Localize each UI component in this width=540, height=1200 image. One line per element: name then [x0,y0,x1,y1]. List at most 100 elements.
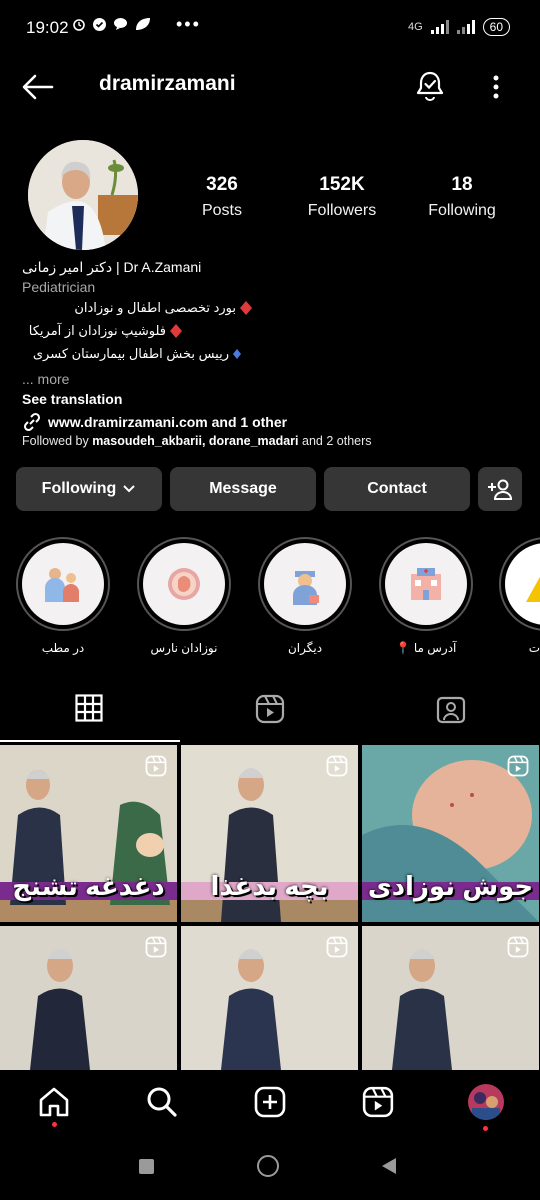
following-button-label: Following [41,480,117,497]
red-diamond-icon [170,324,182,338]
bottom-nav [0,1070,540,1136]
back-arrow-icon[interactable] [22,74,54,100]
stat-posts[interactable]: 326 Posts [172,174,272,220]
contact-button-label: Contact [367,480,427,497]
bio-line-3: رییس بخش اطفال بیمارستان کسری [22,346,241,362]
bio-line-1: بورد تخصصی اطفال و نوزادان [22,300,252,316]
create-post-icon[interactable] [254,1086,286,1118]
highlight-label-1: در مطب [41,641,85,655]
alarm-icon [73,19,85,31]
bio-line-3-text: رییس بخش اطفال بیمارستان کسری [32,346,229,361]
status-right: 4G 60 [408,18,510,36]
chat-icon [114,18,127,30]
highlight-item-2[interactable]: نوزادان نارس [136,537,232,655]
status-bar: 19:02 ••• 4G 60 [0,0,540,58]
post-caption: بچه بدغذا [210,871,329,901]
post-caption: دغدغه تشنج [12,871,165,901]
bio-more-link[interactable]: ... more [22,371,69,387]
followed-by-users: masoudeh_akbarii, dorane_madari [92,434,299,448]
home-notification-dot [52,1122,57,1127]
stat-posts-label: Posts [201,202,242,219]
reels-icon[interactable] [362,1086,394,1118]
profile-username: dramirzamani [99,72,236,95]
home-circle-icon[interactable] [257,1155,279,1177]
bio-line-1-text: بورد تخصصی اطفال و نوزادان [74,300,236,315]
avatar-photo [28,140,138,250]
profile-tabs [0,682,540,742]
verified-icon [93,17,106,31]
tab-grid-icon[interactable] [75,694,103,722]
status-notification-icons [72,16,152,32]
post-thumbnail[interactable] [362,926,539,1070]
post-caption: جوش نوزادی [367,871,534,901]
network-label: 4G [407,21,423,33]
contact-button[interactable]: Contact [324,467,470,511]
add-person-icon [488,479,513,500]
nurse-icon [293,571,319,605]
status-time: 19:02 [26,18,69,37]
stat-followers-label: Followers [307,202,377,219]
doctor-patient-icon [45,568,79,602]
highlight-item-1[interactable]: در مطب [15,537,111,655]
highlight-item-5[interactable]: ت [499,537,540,655]
fetus-icon [168,568,200,600]
blue-diamond-icon [233,349,241,359]
hospital-building-icon [411,568,441,600]
reel-icon [326,936,348,958]
warning-icon [526,576,540,602]
profile-avatar[interactable] [28,140,138,250]
reel-icon [507,936,529,958]
reel-icon [145,936,167,958]
signal-icon [430,20,449,34]
highlight-item-4[interactable]: آدرس ما 📍 [378,537,474,655]
post-thumbnail[interactable] [0,926,177,1070]
stat-following-value: 18 [451,174,473,195]
recents-square-icon[interactable] [139,1159,154,1174]
highlight-label-5: ت [528,641,540,655]
stat-following[interactable]: 18 Following [412,174,512,220]
home-icon[interactable] [38,1086,70,1118]
stat-posts-value: 326 [206,174,238,195]
highlight-label-3: دیگران [287,641,323,655]
highlight-item-3[interactable]: دیگران [257,537,353,655]
suggested-users-button[interactable] [478,467,522,511]
link-icon [23,412,41,432]
post-thumbnail[interactable]: دغدغه تشنج [0,745,177,922]
stat-following-label: Following [428,202,496,219]
profile-notification-dot [483,1126,488,1131]
notification-bell-check-icon[interactable] [414,70,446,102]
profile-link[interactable]: www.dramirzamani.com and 1 other [22,412,287,432]
post-thumbnail[interactable]: جوش نوزادی [362,745,539,922]
profile-tab-avatar[interactable] [468,1084,504,1120]
following-button[interactable]: Following [16,467,162,511]
profile-tab-avatar-image [468,1084,504,1120]
tab-tagged-icon[interactable] [436,694,466,724]
followed-by-suffix: and 2 others [302,434,372,448]
system-nav-bar [0,1136,540,1200]
see-translation-link[interactable]: See translation [22,391,122,407]
active-tab-indicator [0,740,180,742]
followed-by[interactable]: Followed by masoudeh_akbarii, dorane_mad… [22,434,372,448]
tab-reels-icon[interactable] [255,694,285,724]
highlight-label-2: نوزادان نارس [150,641,218,655]
message-button-label: Message [209,480,277,497]
post-thumbnail[interactable] [181,926,358,1070]
bio-line-2-text: فلوشیپ نوزادان از آمریکا [28,323,166,338]
stat-followers[interactable]: 152K Followers [292,174,392,220]
reel-icon [145,755,167,777]
leaf-app-icon [136,18,150,30]
search-icon[interactable] [146,1086,178,1118]
highlight-label-4: آدرس ما 📍 [395,641,457,655]
bio-line-2: فلوشیپ نوزادان از آمریکا [22,323,182,339]
signal-icon-2 [456,20,475,34]
chevron-down-icon [123,485,136,493]
reel-icon [507,755,529,777]
message-button[interactable]: Message [170,467,316,511]
more-options-icon[interactable] [492,74,500,100]
post-thumbnail[interactable]: بچه بدغذا [181,745,358,922]
stat-followers-value: 152K [319,174,365,195]
back-triangle-icon[interactable] [380,1157,398,1175]
top-nav [0,62,540,110]
reel-icon [326,755,348,777]
status-more-dots: ••• [176,14,201,34]
